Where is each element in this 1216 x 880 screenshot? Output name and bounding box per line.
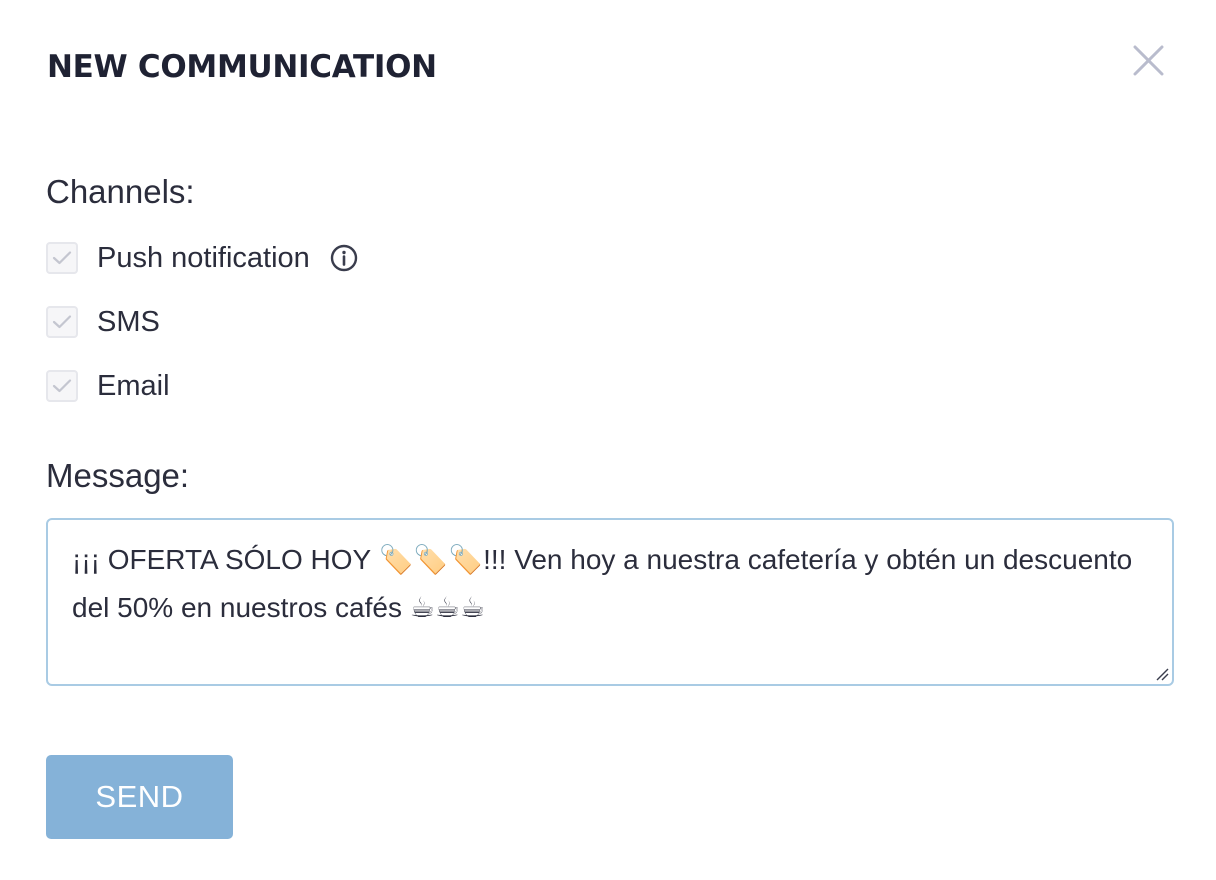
close-button[interactable] bbox=[1124, 38, 1172, 86]
push-notification-checkbox[interactable] bbox=[46, 242, 78, 274]
channels-label: Channels: bbox=[46, 173, 195, 210]
info-icon[interactable] bbox=[329, 243, 359, 273]
dialog-title: NEW COMMUNICATION bbox=[47, 49, 437, 85]
email-label: Email bbox=[97, 370, 170, 402]
resize-handle-icon[interactable] bbox=[1155, 667, 1169, 681]
channel-sms[interactable]: SMS bbox=[46, 304, 160, 340]
push-notification-label: Push notification bbox=[97, 242, 310, 274]
checkmark-icon bbox=[52, 251, 72, 265]
message-label: Message: bbox=[46, 457, 190, 494]
sms-checkbox[interactable] bbox=[46, 306, 78, 338]
new-communication-dialog: NEW COMMUNICATION Channels: Push notific… bbox=[0, 0, 1216, 880]
message-text: ¡¡¡ OFERTA SÓLO HOY 🏷️🏷️🏷️!!! Ven hoy a … bbox=[72, 544, 1133, 623]
channel-push-notification[interactable]: Push notification bbox=[46, 240, 359, 276]
checkmark-icon bbox=[52, 315, 72, 329]
sms-label: SMS bbox=[97, 306, 160, 338]
email-checkbox[interactable] bbox=[46, 370, 78, 402]
send-button[interactable]: SEND bbox=[46, 755, 233, 839]
close-icon bbox=[1133, 45, 1164, 76]
checkmark-icon bbox=[52, 379, 72, 393]
channel-email[interactable]: Email bbox=[46, 368, 170, 404]
message-textarea[interactable]: ¡¡¡ OFERTA SÓLO HOY 🏷️🏷️🏷️!!! Ven hoy a … bbox=[46, 518, 1174, 686]
